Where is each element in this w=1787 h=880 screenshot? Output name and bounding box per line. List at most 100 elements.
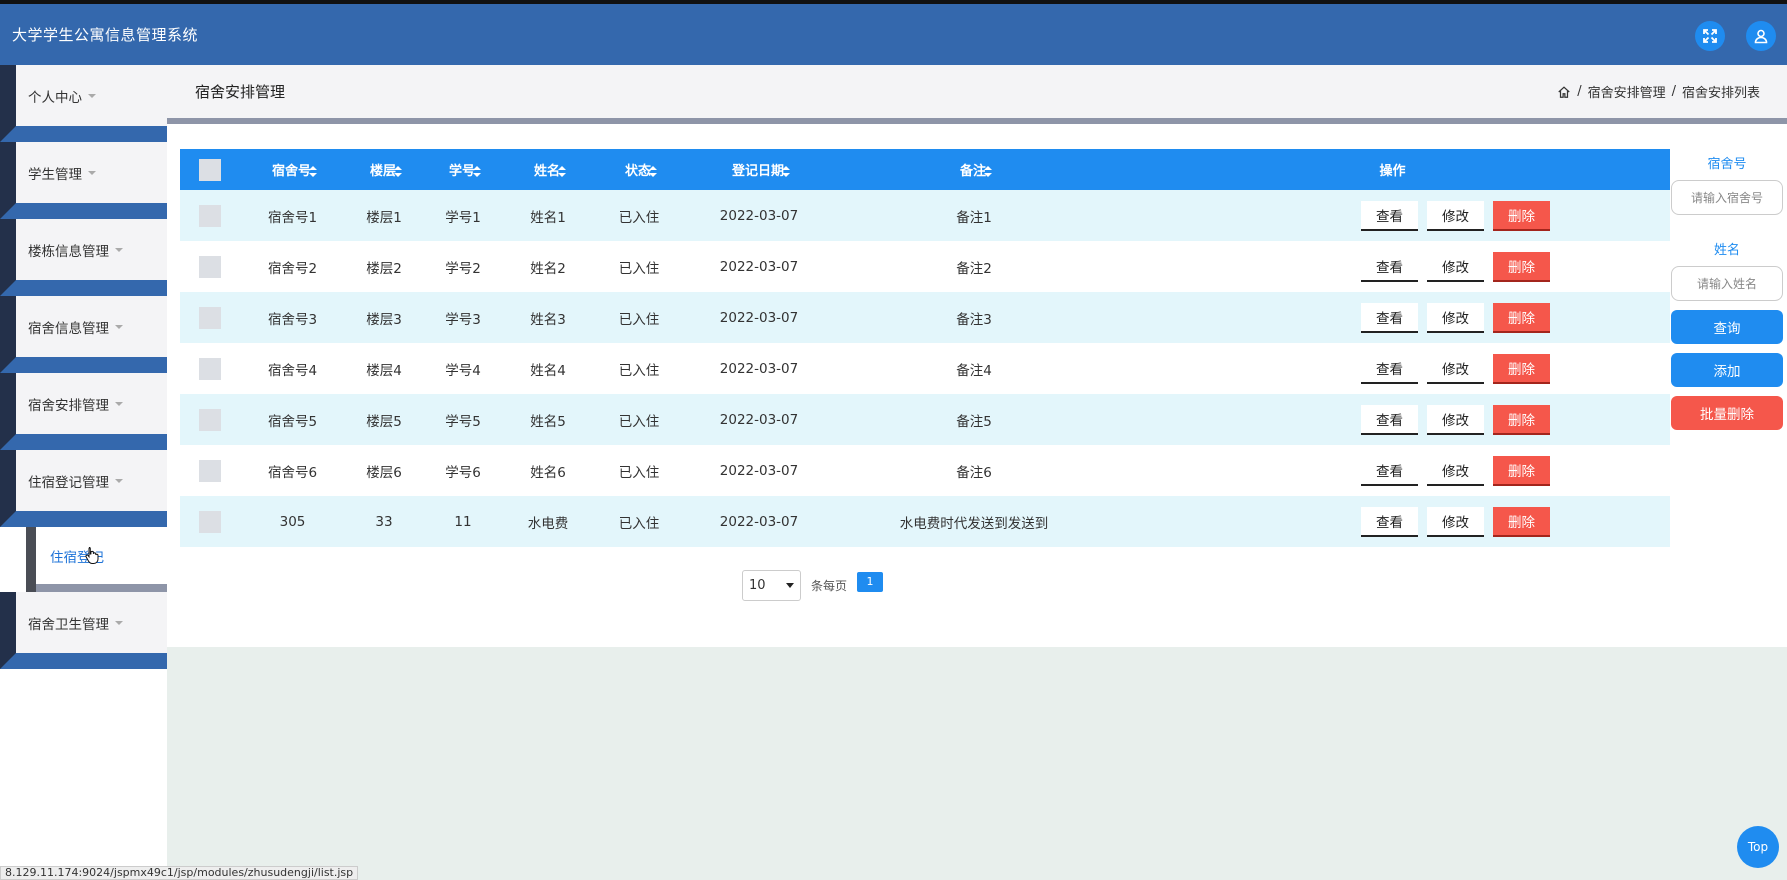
column-header-name[interactable]: 姓名 [503, 149, 593, 190]
table-row: 宿舍号4 楼层4 学号4 姓名4 已入住 2022-03-07 备注4 查看 修… [180, 343, 1670, 394]
view-button[interactable]: 查看 [1361, 251, 1418, 282]
sidebar-item-dorm-info-management[interactable]: 宿舍信息管理 [0, 296, 167, 373]
sidebar-item-label: 楼栋信息管理 [28, 243, 109, 260]
row-checkbox[interactable] [199, 357, 221, 380]
edit-button[interactable]: 修改 [1427, 455, 1484, 486]
cell-note: 备注1 [833, 190, 1115, 241]
cell-dorm: 宿舍号6 [240, 445, 345, 496]
row-checkbox[interactable] [199, 510, 221, 533]
cell-note: 备注2 [833, 241, 1115, 292]
sidebar-item-label: 宿舍信息管理 [28, 320, 109, 337]
column-header-note[interactable]: 备注 [833, 149, 1115, 190]
sidebar-item-label: 学生管理 [28, 166, 82, 183]
delete-button[interactable]: 删除 [1493, 404, 1550, 435]
sidebar-menu: 个人中心 学生管理 楼栋信息管理 宿舍信息管理 宿舍安排管理 住宿登记管理 住宿… [0, 65, 167, 669]
view-button[interactable]: 查看 [1361, 506, 1418, 537]
cell-student-id: 学号4 [423, 343, 503, 394]
cell-floor: 33 [345, 496, 423, 547]
page-size-value: 10 [749, 578, 766, 593]
delete-button[interactable]: 删除 [1493, 302, 1550, 333]
column-header-floor[interactable]: 楼层 [345, 149, 423, 190]
edit-button[interactable]: 修改 [1427, 353, 1484, 384]
sidebar-item-student-management[interactable]: 学生管理 [0, 142, 167, 219]
view-button[interactable]: 查看 [1361, 200, 1418, 231]
sidebar-item-personal-center[interactable]: 个人中心 [0, 65, 167, 142]
expand-icon [1703, 29, 1717, 43]
app-header: 大学学生公寓信息管理系统 [0, 4, 1787, 65]
cell-status: 已入住 [593, 241, 685, 292]
dorm-search-input[interactable]: 请输入宿舍号 [1671, 180, 1783, 215]
row-actions: 查看 修改 删除 [1115, 200, 1670, 231]
name-search-input[interactable]: 请输入姓名 [1671, 266, 1783, 301]
delete-button[interactable]: 删除 [1493, 455, 1550, 486]
home-icon[interactable] [1557, 85, 1571, 99]
cell-status: 已入住 [593, 394, 685, 445]
edit-button[interactable]: 修改 [1427, 404, 1484, 435]
row-checkbox[interactable] [199, 204, 221, 227]
sidebar-subitem-checkin[interactable]: 住宿登记 [0, 527, 167, 592]
add-button[interactable]: 添加 [1671, 353, 1783, 387]
delete-button[interactable]: 删除 [1493, 251, 1550, 282]
cell-dorm: 宿舍号4 [240, 343, 345, 394]
sidebar-item-building-management[interactable]: 楼栋信息管理 [0, 219, 167, 296]
user-button[interactable] [1746, 21, 1776, 51]
column-header-student-id[interactable]: 学号 [423, 149, 503, 190]
view-button[interactable]: 查看 [1361, 404, 1418, 435]
back-to-top-button[interactable]: Top [1737, 826, 1779, 868]
page-button-current[interactable]: 1 [857, 571, 884, 592]
delete-button[interactable]: 删除 [1493, 506, 1550, 537]
breadcrumb-level1[interactable]: 宿舍安排管理 [1588, 82, 1666, 101]
row-checkbox[interactable] [199, 408, 221, 431]
cell-status: 已入住 [593, 445, 685, 496]
per-page-label: 条每页 [811, 579, 848, 593]
row-actions: 查看 修改 删除 [1115, 404, 1670, 435]
column-header-date[interactable]: 登记日期 [685, 149, 833, 190]
fullscreen-button[interactable] [1695, 21, 1725, 51]
caret-down-icon [115, 401, 123, 406]
sidebar-item-checkin-management[interactable]: 住宿登记管理 [0, 450, 167, 527]
caret-down-icon [115, 478, 123, 483]
sidebar-item-dorm-arrangement[interactable]: 宿舍安排管理 [0, 373, 167, 450]
app-title: 大学学生公寓信息管理系统 [12, 26, 199, 44]
row-checkbox[interactable] [199, 459, 221, 482]
batch-delete-button[interactable]: 批量删除 [1671, 396, 1783, 430]
edit-button[interactable]: 修改 [1427, 200, 1484, 231]
cell-student-id: 学号3 [423, 292, 503, 343]
row-checkbox[interactable] [199, 255, 221, 278]
edit-button[interactable]: 修改 [1427, 302, 1484, 333]
delete-button[interactable]: 删除 [1493, 353, 1550, 384]
column-header-status[interactable]: 状态 [593, 149, 685, 190]
main-panel: 宿舍号 楼层 学号 姓名 状态 登记日期 备注 操作 宿舍号1 楼层1 学号1 … [167, 124, 1787, 647]
caret-down-icon [115, 620, 123, 625]
sidebar: 个人中心 学生管理 楼栋信息管理 宿舍信息管理 宿舍安排管理 住宿登记管理 住宿… [0, 65, 167, 880]
sidebar-item-label: 宿舍安排管理 [28, 397, 109, 414]
row-actions: 查看 修改 删除 [1115, 455, 1670, 486]
column-header-dorm[interactable]: 宿舍号 [240, 149, 345, 190]
status-bar-url: 8.129.11.174:9024/jspmx49c1/jsp/modules/… [0, 866, 359, 880]
view-button[interactable]: 查看 [1361, 302, 1418, 333]
view-button[interactable]: 查看 [1361, 353, 1418, 384]
row-actions: 查看 修改 删除 [1115, 353, 1670, 384]
sidebar-item-label: 个人中心 [28, 89, 82, 106]
cell-note: 备注5 [833, 394, 1115, 445]
data-table: 宿舍号 楼层 学号 姓名 状态 登记日期 备注 操作 宿舍号1 楼层1 学号1 … [180, 149, 1670, 547]
pagination: 10 条每页 1 [742, 570, 884, 601]
sidebar-item-label: 宿舍卫生管理 [28, 616, 109, 633]
select-all-checkbox[interactable] [199, 158, 221, 181]
cell-date: 2022-03-07 [685, 190, 833, 241]
delete-button[interactable]: 删除 [1493, 200, 1550, 231]
cell-dorm: 宿舍号3 [240, 292, 345, 343]
cell-floor: 楼层5 [345, 394, 423, 445]
cell-date: 2022-03-07 [685, 394, 833, 445]
cell-student-id: 学号5 [423, 394, 503, 445]
sidebar-item-hygiene-management[interactable]: 宿舍卫生管理 [0, 592, 167, 669]
edit-button[interactable]: 修改 [1427, 506, 1484, 537]
page-size-select[interactable]: 10 [742, 570, 801, 601]
query-button[interactable]: 查询 [1671, 310, 1783, 344]
caret-down-icon [115, 247, 123, 252]
row-checkbox[interactable] [199, 306, 221, 329]
caret-down-icon [88, 170, 96, 175]
edit-button[interactable]: 修改 [1427, 251, 1484, 282]
view-button[interactable]: 查看 [1361, 455, 1418, 486]
name-search-label: 姓名 [1713, 243, 1740, 258]
